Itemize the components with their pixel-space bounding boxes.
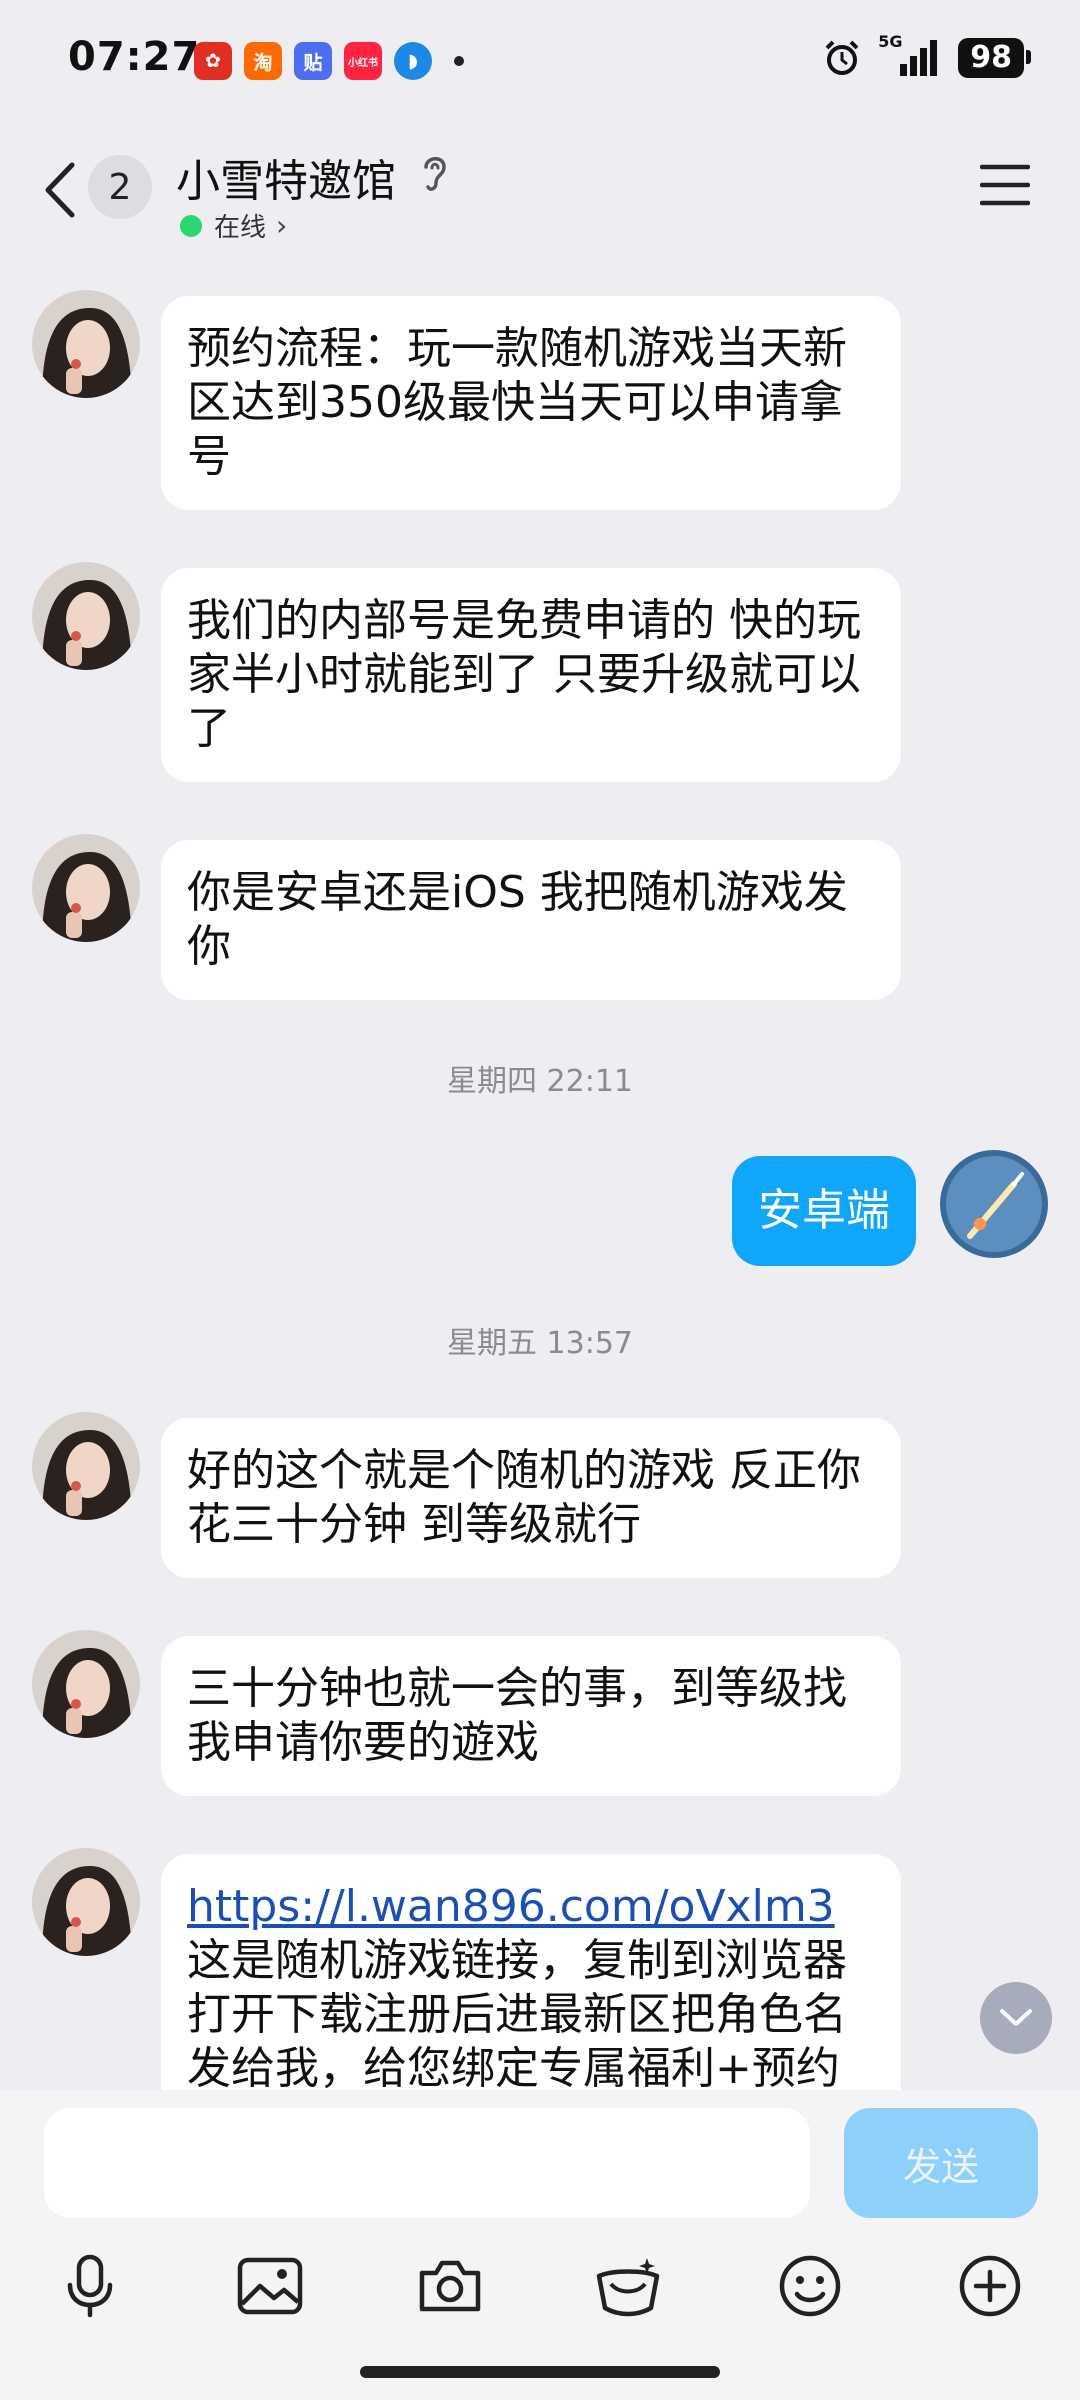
voice-button[interactable]: [52, 2248, 128, 2324]
chevron-right-icon: ›: [276, 209, 288, 242]
notification-icons: ✿ 淘 贴 小红书 ◗: [194, 42, 464, 80]
contact-avatar[interactable]: [32, 1848, 140, 1956]
message-bubble-incoming[interactable]: 你是安卓还是iOS 我把随机游戏发你: [161, 840, 901, 1000]
message-bubble-incoming[interactable]: 我们的内部号是免费申请的 快的玩家半小时就能到了 只要升级就可以了: [161, 568, 901, 782]
microphone-icon: [67, 2254, 113, 2318]
emoji-button[interactable]: [772, 2248, 848, 2324]
input-panel: 发送: [0, 2090, 1080, 2400]
status-bar: 07:27 ✿ 淘 贴 小红书 ◗ 5G 98: [0, 0, 1080, 125]
chat-screen: 07:27 ✿ 淘 贴 小红书 ◗ 5G 98 2 小雪特邀馆 在线 › 预约流…: [0, 0, 1080, 2400]
online-status-label: 在线: [214, 213, 267, 243]
tieba-badge-label: 贴: [303, 51, 323, 74]
camera-icon: [419, 2260, 481, 2312]
contact-avatar[interactable]: [32, 834, 140, 942]
more-actions-button[interactable]: [952, 2248, 1028, 2324]
red-packet-icon: [596, 2258, 660, 2317]
user-avatar[interactable]: [940, 1150, 1048, 1258]
battery-indicator: 98: [958, 38, 1031, 78]
scroll-to-bottom-button[interactable]: [980, 1982, 1052, 2054]
camera-button[interactable]: [412, 2248, 488, 2324]
message-timestamp: 星期四 22:11: [447, 1064, 633, 1099]
image-icon: [237, 2257, 303, 2315]
home-indicator[interactable]: [360, 2366, 720, 2378]
taobao-badge-label: 淘: [253, 51, 273, 74]
message-bubble-incoming[interactable]: 预约流程：玩一款随机游戏当天新区达到350级最快当天可以申请拿号: [161, 296, 901, 510]
gallery-button[interactable]: [232, 2248, 308, 2324]
message-bubble-incoming[interactable]: 三十分钟也就一会的事，到等级找我申请你要的遊戏: [161, 1636, 901, 1796]
menu-icon[interactable]: [980, 163, 1030, 207]
status-time: 07:27: [68, 34, 201, 80]
plus-icon: [959, 2255, 1021, 2317]
red-packet-button[interactable]: [590, 2248, 666, 2324]
message-input[interactable]: [44, 2108, 810, 2218]
contact-avatar[interactable]: [32, 1412, 140, 1520]
app-icon-pinduoduo: ✿: [194, 42, 232, 80]
xiaohongshu-badge-label: 小红书: [348, 57, 378, 69]
back-icon[interactable]: [36, 155, 86, 225]
message-bubble-outgoing[interactable]: 安卓端: [732, 1156, 916, 1266]
contact-avatar[interactable]: [32, 1630, 140, 1738]
more-notifications-dot: [454, 56, 464, 66]
ear-icon[interactable]: [418, 151, 452, 195]
contact-avatar[interactable]: [32, 562, 140, 670]
send-button[interactable]: 发送: [844, 2108, 1038, 2218]
chat-header: 2 小雪特邀馆 在线 ›: [0, 125, 1080, 255]
message-bubble-incoming[interactable]: 好的这个就是个随机的游戏 反正你花三十分钟 到等级就行: [161, 1418, 901, 1578]
online-dot-icon: [180, 214, 202, 237]
status-right: 5G 98: [822, 32, 1031, 78]
emoji-icon: [779, 2255, 841, 2317]
unread-count-badge[interactable]: 2: [88, 155, 152, 219]
app-icon-browser: ◗: [394, 42, 432, 80]
message-timestamp: 星期五 13:57: [447, 1326, 633, 1361]
online-status[interactable]: 在线 ›: [180, 207, 287, 244]
app-icon-xiaohongshu: 小红书: [344, 42, 382, 80]
chat-title[interactable]: 小雪特邀馆: [176, 145, 396, 209]
message-link[interactable]: https://l.wan896.com/oVxlm3: [187, 1881, 835, 1932]
signal-icon: 5G: [878, 32, 942, 78]
app-icon-tieba: 贴: [294, 42, 332, 80]
alarm-icon: [825, 40, 859, 75]
app-icon-taobao: 淘: [244, 42, 282, 80]
input-toolbar: [0, 2248, 1080, 2338]
chevron-down-icon: [1000, 2009, 1032, 2026]
contact-avatar[interactable]: [32, 290, 140, 398]
